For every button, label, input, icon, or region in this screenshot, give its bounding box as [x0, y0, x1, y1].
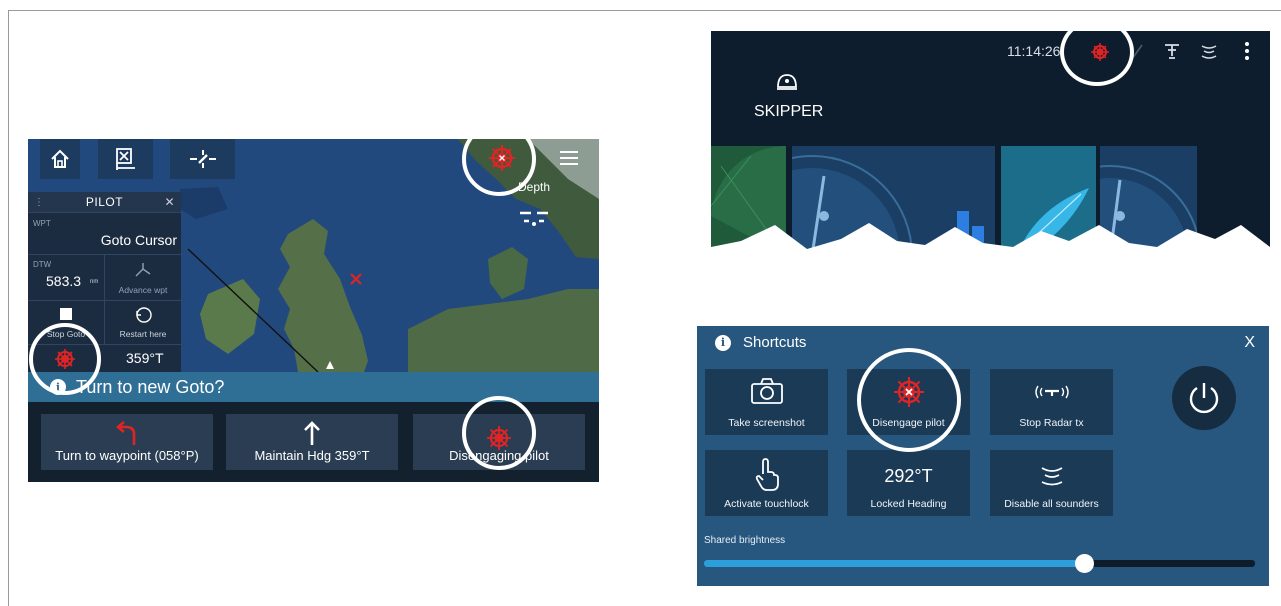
home-button[interactable]: [40, 139, 80, 179]
goto-controls-row: Stop Goto Restart here: [28, 300, 181, 345]
advance-wpt-label: Advance wpt: [118, 285, 168, 295]
restart-icon: [136, 307, 152, 323]
waypoint-flag-icon: [115, 148, 135, 170]
take-screenshot-label: Take screenshot: [728, 417, 805, 429]
chartplotter-screen[interactable]: Depth ⋮ PILOT ✕ WPT Goto Cursor DTW 583.…: [28, 139, 599, 482]
power-button[interactable]: [1172, 366, 1236, 430]
position-fix-icon: [189, 150, 216, 168]
stop-goto-button[interactable]: Stop Goto: [28, 301, 104, 345]
restart-here-label: Restart here: [119, 329, 167, 339]
turn-arrow-icon: [115, 421, 136, 445]
stop-radar-tx-button[interactable]: Stop Radar tx: [990, 369, 1113, 435]
pilot-panel-header: ⋮ PILOT ✕: [28, 192, 181, 212]
dtw-value: 583.3: [46, 273, 82, 289]
turn-to-waypoint-label: Turn to waypoint (058°P): [55, 448, 199, 463]
take-screenshot-button[interactable]: Take screenshot: [705, 369, 828, 435]
prompt-actions: Turn to waypoint (058°P) Maintain Hdg 35…: [28, 402, 599, 482]
brightness-slider-fill: [704, 560, 1085, 567]
pilot-status-button[interactable]: [486, 143, 540, 173]
depth-databox: [520, 211, 548, 226]
pilot-helm-icon[interactable]: [54, 348, 76, 370]
home-icon: [51, 149, 69, 168]
activate-touchlock-button[interactable]: Activate touchlock: [705, 450, 828, 516]
stop-goto-label: Stop Goto: [46, 329, 86, 339]
locked-heading-label: Locked Heading: [870, 498, 947, 510]
brightness-label: Shared brightness: [704, 535, 786, 546]
maintain-heading-button[interactable]: Maintain Hdg 359°T: [226, 414, 398, 470]
profile-name[interactable]: SKIPPER: [754, 103, 823, 121]
advance-wpt-button[interactable]: Advance wpt: [104, 255, 181, 301]
camera-icon: [750, 378, 783, 404]
stop-radar-tx-label: Stop Radar tx: [1019, 417, 1084, 429]
locked-heading-value: 292°T: [884, 466, 933, 486]
position-button[interactable]: [170, 139, 235, 179]
waypoint-button[interactable]: [98, 139, 153, 179]
skipper-cap-icon: [777, 74, 797, 90]
touch-hand-icon: [755, 458, 779, 491]
radar-scanner-icon[interactable]: [1163, 42, 1181, 60]
torn-edge: [711, 223, 1270, 255]
pilot-panel[interactable]: ⋮ PILOT ✕ WPT Goto Cursor DTW 583.3 nm A…: [28, 192, 181, 372]
drag-handle-icon[interactable]: ⋮: [34, 197, 45, 208]
locked-heading-button[interactable]: 292°T Locked Heading: [847, 450, 970, 516]
dtw-row: DTW 583.3 nm Advance wpt: [28, 254, 181, 301]
pilot-heading-value: 359°T: [126, 350, 164, 366]
disable-sounders-label: Disable all sounders: [1004, 498, 1099, 510]
prompt-banner: i Turn to new Goto?: [28, 372, 599, 402]
info-icon: i: [50, 379, 66, 395]
hamburger-icon: [560, 151, 578, 165]
power-icon: [1189, 383, 1219, 414]
pilot-helm-icon: [893, 377, 924, 407]
wpt-row: WPT Goto Cursor: [28, 212, 181, 254]
close-button[interactable]: X: [1244, 334, 1255, 352]
more-options-icon[interactable]: [1243, 41, 1251, 61]
brightness-slider[interactable]: [704, 554, 1255, 573]
wpt-value: Goto Cursor: [100, 232, 177, 248]
shortcuts-header: i Shortcuts: [715, 334, 806, 351]
pilot-helm-icon[interactable]: [1089, 41, 1111, 63]
pilot-helm-icon: [489, 145, 515, 171]
gps-signal-icon: [1131, 44, 1143, 60]
pilot-panel-title: PILOT: [85, 195, 124, 209]
brightness-slider-thumb[interactable]: [1075, 554, 1095, 573]
disable-sounders-button[interactable]: Disable all sounders: [990, 450, 1113, 516]
shortcuts-title: Shortcuts: [743, 334, 807, 351]
dtw-label: DTW: [33, 260, 52, 269]
turn-to-waypoint-button[interactable]: Turn to waypoint (058°P): [41, 414, 213, 470]
depth-label: Depth: [518, 180, 551, 194]
disengaging-pilot-button[interactable]: Disengaging pilot: [413, 414, 585, 470]
home-screen[interactable]: 11:14:26 SKIPPER: [711, 31, 1270, 255]
info-icon: i: [715, 334, 731, 351]
clock-time: 11:14:26: [1007, 43, 1061, 59]
prompt-text: Turn to new Goto?: [76, 376, 225, 397]
maintain-heading-label: Maintain Hdg 359°T: [254, 448, 370, 463]
dtw-unit: nm: [90, 279, 99, 285]
restart-here-button[interactable]: Restart here: [104, 301, 181, 345]
disengage-pilot-button[interactable]: Disengage pilot: [847, 369, 970, 435]
disengage-pilot-label: Disengage pilot: [872, 417, 945, 429]
shortcuts-panel[interactable]: i Shortcuts X Take screenshot Disengage …: [697, 326, 1269, 586]
pilot-helm-icon: [487, 426, 511, 450]
wpt-label: WPT: [33, 219, 51, 228]
pilot-heading-row: 359°T: [28, 344, 181, 372]
advance-waypoint-icon: [135, 263, 151, 277]
menu-button[interactable]: [558, 149, 580, 172]
close-icon[interactable]: ✕: [164, 195, 175, 209]
activate-touchlock-label: Activate touchlock: [724, 498, 809, 510]
stop-icon: [60, 308, 72, 320]
up-arrow-icon: [304, 421, 320, 445]
sounder-icon[interactable]: [1199, 42, 1219, 60]
radar-transmit-icon: [1034, 385, 1069, 399]
sounder-icon: [1041, 467, 1062, 486]
